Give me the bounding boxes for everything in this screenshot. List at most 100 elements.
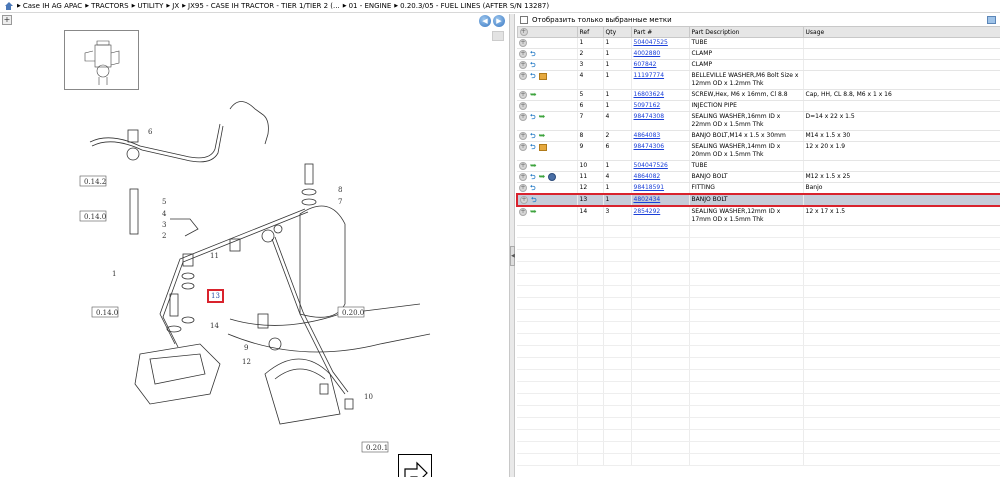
panel-splitter[interactable]: ◀ [510,14,515,477]
add-to-cart-icon[interactable]: + [519,162,527,170]
parts-panel: Отобразить только выбранные метки + Ref … [516,14,1000,477]
cell-part-number[interactable]: 2854292 [631,206,690,226]
cell-description: BANJO BOLT,M14 x 1.5 x 30mm [689,130,804,142]
substitute-arrow-icon[interactable]: ➥ [530,91,537,99]
table-row[interactable]: + ⮌ 9 6 98474306 SEALING WASHER,14mm ID x 20m… [517,141,1000,161]
show-selected-only-checkbox[interactable] [520,16,528,24]
table-row[interactable]: + ⮌ 4 1 11197774 BELLEVILLE WASHER,M6 Bolt Si… [517,70,1000,90]
assembly-thumbnail[interactable] [64,30,139,90]
cell-part-number[interactable]: 98474308 [631,111,690,131]
info-icon[interactable]: ⮌ [531,196,537,204]
globe-icon[interactable] [548,173,557,181]
col-header-description[interactable]: Part Description [688,26,804,38]
empty-cell [689,237,804,250]
diagram-ref-label: 0.20.1 [366,444,388,452]
add-to-cart-icon[interactable]: + [519,61,527,69]
col-header-usage[interactable]: Usage [802,26,1000,38]
empty-cell [603,333,632,346]
cell-part-number[interactable]: 4864082 [631,171,690,183]
kit-box-icon[interactable] [538,72,547,80]
info-icon[interactable]: ⮌ [530,173,536,181]
cell-part-number[interactable]: 16803624 [631,89,690,101]
info-icon[interactable]: ⮌ [530,72,536,80]
cell-part-number[interactable]: 11197774 [631,70,690,90]
add-to-cart-icon[interactable]: + [519,132,527,140]
breadcrumb-item[interactable]: TRACTORS [85,2,129,10]
table-row[interactable]: +1 1 504047525 TUBE [517,37,1000,49]
substitute-arrow-icon[interactable]: ➥ [530,208,537,216]
col-header-part[interactable]: Part # [630,26,690,38]
breadcrumb-item[interactable]: JX [166,2,179,10]
add-to-cart-icon[interactable]: + [520,196,528,204]
add-to-cart-icon[interactable]: + [519,208,527,216]
cell-usage [803,100,1000,112]
empty-cell [631,357,690,370]
cell-part-number[interactable]: 504047526 [631,160,690,172]
empty-cell [517,405,578,418]
substitute-arrow-icon[interactable]: ➥ [539,113,546,121]
empty-cell [577,429,604,442]
substitute-arrow-icon[interactable]: ➥ [539,173,546,181]
add-to-cart-icon[interactable]: + [519,39,527,47]
cell-part-number[interactable]: 4802434 [631,193,690,207]
kit-box-icon[interactable] [538,143,547,151]
cell-part-number[interactable]: 4002880 [631,48,690,60]
empty-row [517,357,1000,370]
table-row[interactable]: + ➥ 10 1 504047526 TUBE [517,160,1000,172]
add-to-cart-icon[interactable]: + [519,184,527,192]
info-icon[interactable]: ⮌ [530,184,536,192]
breadcrumb-item[interactable]: JX95 - CASE IH TRACTOR - TIER 1/TIER 2 (… [182,2,340,10]
home-icon[interactable] [4,1,13,11]
breadcrumb-item[interactable]: 01 - ENGINE [343,2,392,10]
diagram-panel: + ◀ ▶ 0.14.2 0.14.0 0.14.0 0.20.0 0.20.1… [0,14,510,477]
cell-part-number[interactable]: 5097162 [631,100,690,112]
table-row[interactable]: + ⮌ ➥ 11 4 4864082 BANJO BOLT M12 x 1.5 x 25 [517,171,1000,183]
add-to-cart-icon[interactable]: + [519,173,527,181]
breadcrumb-item[interactable]: UTILITY [132,2,163,10]
table-row[interactable]: + ➥ 5 1 16803624 SCREW,Hex, M6 x 16mm, Cl 8.8… [517,89,1000,101]
cell-ref: 7 [577,111,604,131]
empty-cell [803,237,1000,250]
add-to-cart-icon[interactable]: + [519,102,527,110]
table-row[interactable]: + ⮌ ➥ 8 2 4864083 BANJO BOLT,M14 x 1.5 x 30mm M… [517,130,1000,142]
add-to-cart-icon[interactable]: + [519,91,527,99]
substitute-arrow-icon[interactable]: ➥ [539,132,546,140]
table-row[interactable]: + ⮌ 2 1 4002880 CLAMP [517,48,1000,60]
col-header-ref[interactable]: Ref [576,26,604,38]
info-icon[interactable]: ⮌ [530,50,536,58]
add-to-cart-icon[interactable]: + [519,72,527,80]
diagram-highlight-ref[interactable]: 13 [207,289,224,303]
table-row[interactable]: + ⮌ 12 1 98418591 FITTING Banjo [517,182,1000,195]
info-icon[interactable]: ⮌ [530,61,536,69]
info-icon[interactable]: ⮌ [530,132,536,140]
add-to-cart-icon[interactable]: + [519,113,527,121]
expand-diagram-icon[interactable] [398,454,432,477]
substitute-arrow-icon[interactable]: ➥ [530,162,537,170]
add-to-cart-icon[interactable]: + [519,143,527,151]
col-header-qty[interactable]: Qty [602,26,632,38]
cell-qty: 4 [603,171,632,183]
empty-cell [577,417,604,430]
collapse-handle-icon[interactable]: ◀ [510,246,515,266]
table-row[interactable]: + ⮌ ➥ 7 4 98474308 SEALING WASHER,16mm ID x 22… [517,111,1000,131]
cell-part-number[interactable]: 98474306 [631,141,690,161]
diagram-ref-label: 0.20.0 [342,309,364,317]
table-row[interactable]: + ⮌ 3 1 607842 CLAMP [517,59,1000,71]
table-row[interactable]: +6 1 5097162 INJECTION PIPE [517,100,1000,112]
empty-cell [631,273,690,286]
cell-part-number[interactable]: 98418591 [631,182,690,195]
cell-part-number[interactable]: 607842 [631,59,690,71]
empty-cell [689,273,804,286]
empty-cell [577,393,604,406]
table-row[interactable]: + ⮌ 13 1 4802434 BANJO BOLT [516,193,1000,207]
add-to-cart-icon[interactable]: + [519,50,527,58]
breadcrumb-item[interactable]: Case IH AG APAC [17,2,82,10]
cell-usage [803,193,1000,207]
cell-part-number[interactable]: 4864083 [631,130,690,142]
filter-icon[interactable] [987,16,996,24]
table-row[interactable]: + ➥ 14 3 2854292 SEALING WASHER,12mm ID x 17m… [517,206,1000,226]
diagram-ref-label: 0.14.0 [84,213,106,221]
info-icon[interactable]: ⮌ [530,143,536,151]
info-icon[interactable]: ⮌ [530,113,536,121]
cell-part-number[interactable]: 504047525 [631,37,690,49]
